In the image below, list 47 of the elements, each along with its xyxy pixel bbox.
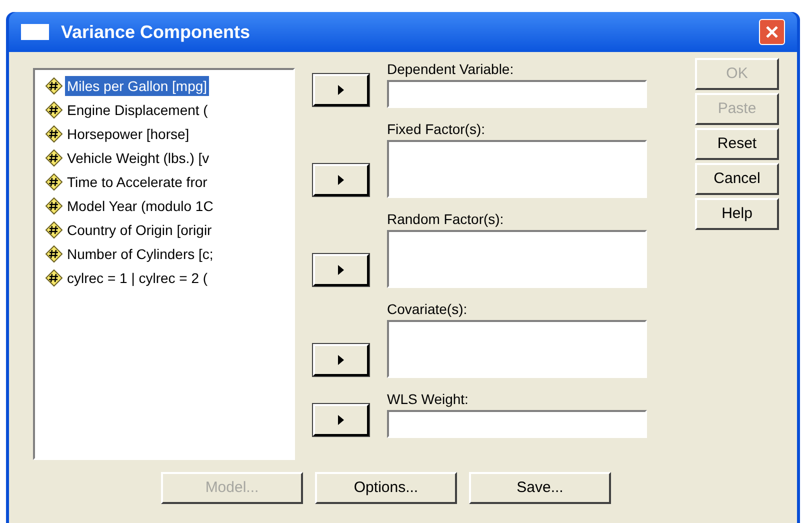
dialog-button[interactable]: Cancel: [695, 163, 779, 195]
target-field[interactable]: [387, 410, 647, 438]
window-title: Variance Components: [61, 20, 252, 44]
variable-item[interactable]: cylrec = 1 | cylrec = 2 (: [65, 268, 210, 288]
right-arrow-icon: [337, 355, 345, 365]
variable-item[interactable]: Time to Accelerate fror: [65, 172, 210, 192]
variable-item[interactable]: Model Year (modulo 1C: [65, 196, 216, 216]
target-field[interactable]: [387, 140, 647, 198]
move-arrow-button[interactable]: [313, 344, 369, 376]
move-arrow-button[interactable]: [313, 404, 369, 436]
right-arrow-icon: [337, 85, 345, 95]
numeric-variable-icon: [45, 77, 63, 95]
field-label: WLS Weight:: [387, 390, 470, 408]
dialog-button[interactable]: Options...: [315, 472, 457, 504]
right-arrow-icon: [337, 415, 345, 425]
close-icon: [765, 25, 779, 39]
field-label: Dependent Variable:: [387, 60, 515, 78]
numeric-variable-icon: [45, 245, 63, 263]
field-label: Covariate(s):: [387, 300, 468, 318]
numeric-variable-icon: [45, 221, 63, 239]
variable-item[interactable]: Number of Cylinders [c;: [65, 244, 216, 264]
numeric-variable-icon: [45, 269, 63, 287]
dialog-button[interactable]: Save...: [469, 472, 611, 504]
variable-item[interactable]: Country of Origin [origir: [65, 220, 214, 240]
field-label: Random Factor(s):: [387, 210, 505, 228]
variable-item[interactable]: Miles per Gallon [mpg]: [65, 76, 210, 96]
field-label: Fixed Factor(s):: [387, 120, 486, 138]
dialog-button[interactable]: Reset: [695, 128, 779, 160]
numeric-variable-icon: [45, 125, 63, 143]
right-arrow-icon: [337, 265, 345, 275]
move-arrow-button[interactable]: [313, 74, 369, 106]
variable-item[interactable]: Engine Displacement (: [65, 100, 210, 120]
target-field[interactable]: [387, 320, 647, 378]
move-arrow-button[interactable]: [313, 164, 369, 196]
numeric-variable-icon: [45, 197, 63, 215]
target-field[interactable]: [387, 230, 647, 288]
move-arrow-button[interactable]: [313, 254, 369, 286]
dialog-button[interactable]: Help: [695, 198, 779, 230]
numeric-variable-icon: [45, 173, 63, 191]
close-button[interactable]: [759, 19, 785, 45]
numeric-variable-icon: [45, 149, 63, 167]
numeric-variable-icon: [45, 101, 63, 119]
variable-item[interactable]: Vehicle Weight (lbs.) [v: [65, 148, 212, 168]
window-icon: [21, 24, 49, 40]
variable-item[interactable]: Horsepower [horse]: [65, 124, 192, 144]
right-arrow-icon: [337, 175, 345, 185]
target-field[interactable]: [387, 80, 647, 108]
